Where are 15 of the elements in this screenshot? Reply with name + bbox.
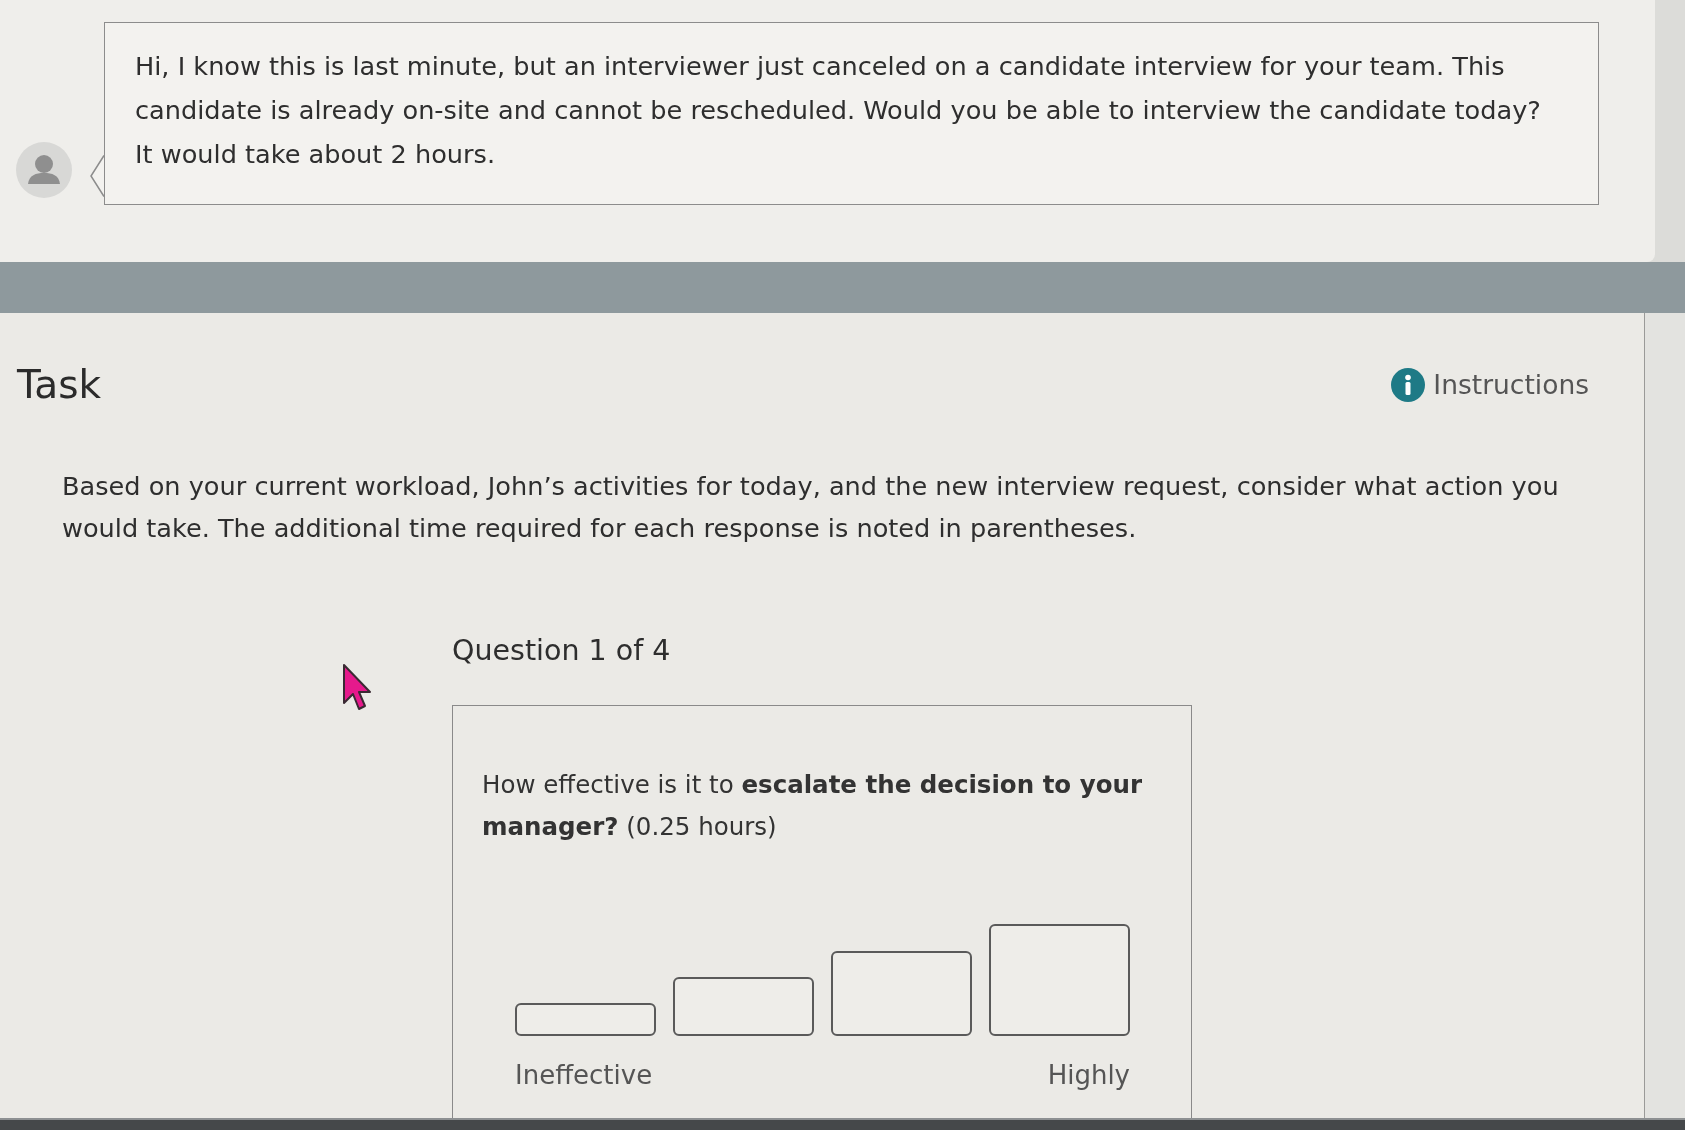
scale-high-label: Highly	[1047, 1059, 1130, 1092]
avatar-icon	[16, 142, 72, 198]
rating-option[interactable]	[989, 924, 1130, 1036]
rating-option[interactable]	[673, 977, 814, 1036]
scale-low-label: Ineffective	[515, 1059, 653, 1092]
question-counter: Question 1 of 4	[452, 633, 671, 669]
message-text: Hi, I know this is last minute, but an interviewer just canceled on a candidate interview for your team. This candidate is already on-site and cannot be rescheduled. Would you be able to interview the candidate today? It would take about 2 hours.	[135, 50, 1542, 171]
cursor-icon	[342, 663, 372, 711]
instructions-link[interactable]: Instructions	[1391, 367, 1589, 403]
question-text: How effective is it to escalate the decision to your manager? (0.25 hours)	[482, 769, 1144, 843]
rating-option[interactable]	[515, 1003, 656, 1036]
task-title: Task	[17, 361, 102, 409]
rating-option[interactable]	[831, 951, 972, 1036]
info-icon	[1391, 368, 1426, 402]
task-description: Based on your current workload, John’s activities for today, and the new interview request, consider what action you would take. The additional time required for each response is noted in parentheses.	[62, 470, 1560, 545]
